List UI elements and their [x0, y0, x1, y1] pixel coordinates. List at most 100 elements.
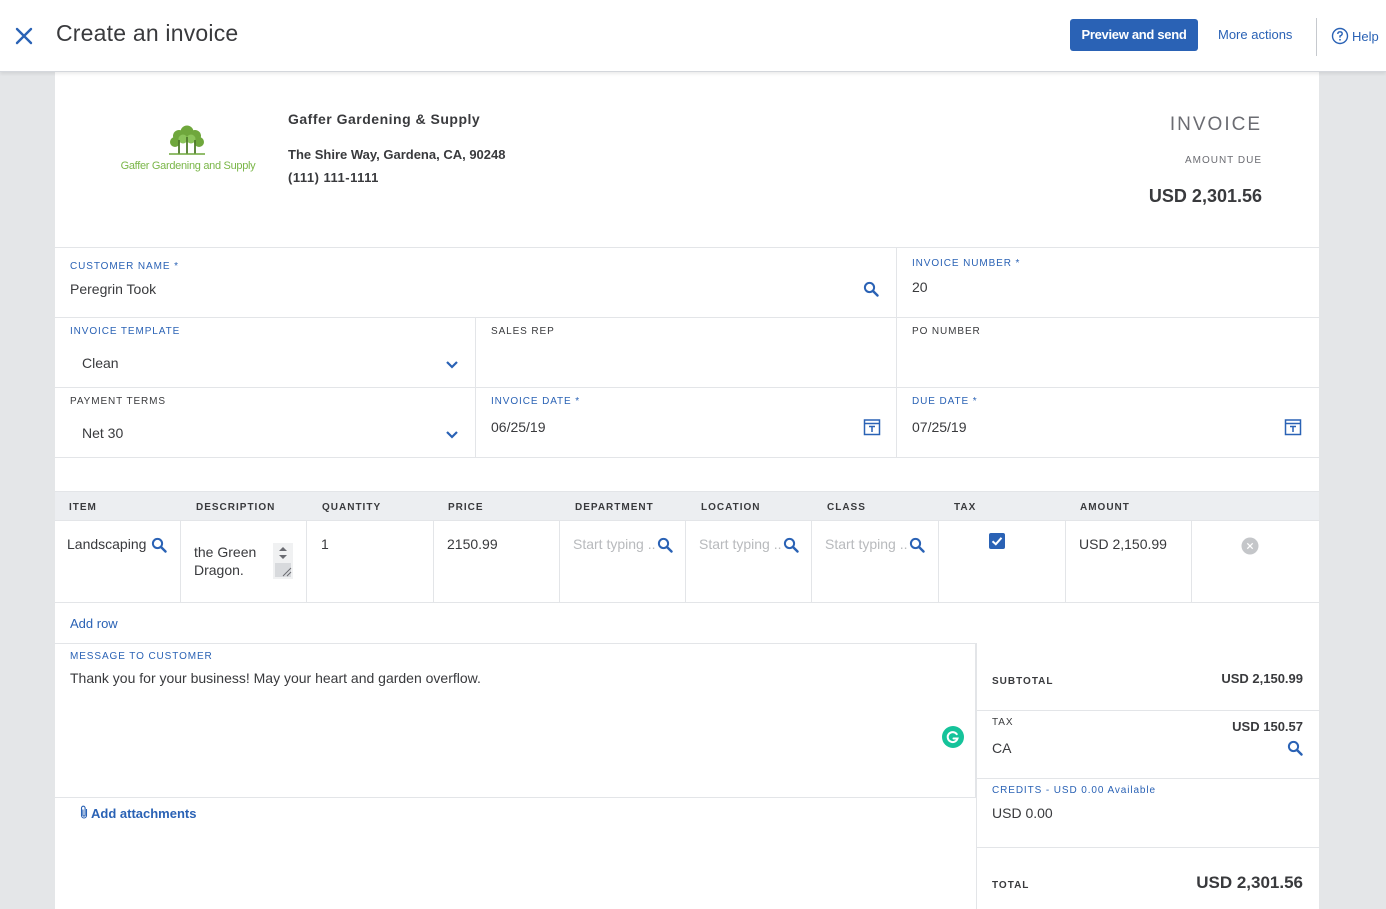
invoice-template-label: INVOICE TEMPLATE	[70, 326, 181, 337]
invoice-sheet: Gaffer Gardening and Supply Gaffer Garde…	[55, 72, 1320, 909]
company-logo[interactable]: Gaffer Gardening and Supply	[113, 124, 263, 184]
chevron-down-icon[interactable]	[445, 427, 459, 439]
class-search-icon[interactable]	[909, 537, 925, 553]
logo-text: Gaffer Gardening and Supply	[120, 160, 256, 172]
class-placeholder[interactable]: Start typing ...	[825, 536, 907, 552]
add-attachments-label: Add attachments	[91, 806, 197, 821]
credits-value[interactable]: USD 0.00	[992, 805, 1053, 821]
col-header-location: LOCATION	[701, 502, 761, 513]
tax-rate-value[interactable]: CA	[992, 740, 1011, 756]
col-header-quantity: QUANTITY	[322, 502, 382, 513]
location-search-icon[interactable]	[783, 537, 799, 553]
payment-terms-field[interactable]: PAYMENT TERMS Net 30	[55, 388, 476, 458]
amount-due-label: AMOUNT DUE	[1184, 155, 1262, 166]
invoice-date-field[interactable]: INVOICE DATE * 06/25/19	[476, 388, 897, 458]
col-header-amount: AMOUNT	[1080, 502, 1130, 513]
total-value: USD 2,301.56	[1196, 873, 1303, 892]
description-line-1[interactable]: the Green	[194, 544, 256, 560]
tax-label: TAX	[992, 717, 1014, 728]
customer-search-icon[interactable]	[863, 281, 879, 297]
department-placeholder[interactable]: Start typing ...	[573, 536, 655, 552]
tax-amount-value: USD 150.57	[1232, 719, 1303, 734]
item-search-icon[interactable]	[151, 537, 167, 553]
item-cell[interactable]: Landscaping	[55, 521, 181, 603]
col-header-item: ITEM	[69, 502, 97, 513]
payment-terms-label: PAYMENT TERMS	[70, 396, 166, 407]
po-number-field[interactable]: PO NUMBER	[897, 318, 1319, 388]
invoice-date-value[interactable]: 06/25/19	[491, 419, 546, 435]
message-text[interactable]: Thank you for your business! May your he…	[70, 670, 481, 686]
tax-checkbox[interactable]	[989, 533, 1005, 554]
table-row: Landscaping the Green Dragon. 1 2150.99	[55, 521, 1319, 603]
company-name: Gaffer Gardening & Supply	[288, 111, 481, 127]
amount-due-value: USD 2,301.56	[1148, 186, 1262, 206]
subtotal-label: SUBTOTAL	[992, 676, 1054, 687]
due-date-label: DUE DATE *	[912, 396, 978, 407]
help-link[interactable]: Help	[1331, 27, 1379, 45]
item-value[interactable]: Landscaping	[67, 536, 146, 552]
department-search-icon[interactable]	[657, 537, 673, 553]
description-cell[interactable]: the Green Dragon.	[181, 521, 307, 603]
amount-value[interactable]: USD 2,150.99	[1079, 536, 1167, 552]
credits-row: CREDITS - USD 0.00 Available USD 0.00	[977, 779, 1320, 848]
due-date-field[interactable]: DUE DATE * 07/25/19	[897, 388, 1319, 458]
help-icon	[1331, 27, 1349, 45]
paperclip-icon	[79, 805, 89, 822]
po-number-label: PO NUMBER	[912, 326, 981, 337]
quantity-cell[interactable]: 1	[307, 521, 434, 603]
sales-rep-label: SALES REP	[491, 326, 555, 337]
company-address: The Shire Way, Gardena, CA, 90248	[288, 147, 506, 162]
tax-row: TAX USD 150.57 CA	[977, 711, 1320, 779]
calendar-icon[interactable]	[863, 418, 881, 436]
invoice-heading: INVOICE	[1169, 114, 1262, 135]
price-value[interactable]: 2150.99	[447, 536, 498, 552]
due-date-value[interactable]: 07/25/19	[912, 419, 967, 435]
invoice-template-field[interactable]: INVOICE TEMPLATE Clean	[55, 318, 476, 388]
description-line-2[interactable]: Dragon.	[194, 562, 244, 578]
preview-and-send-button[interactable]: Preview and send	[1070, 19, 1198, 51]
chevron-down-icon[interactable]	[445, 357, 459, 369]
amount-cell[interactable]: USD 2,150.99	[1066, 521, 1192, 603]
add-row-button[interactable]: Add row	[70, 616, 118, 631]
invoice-number-field[interactable]: INVOICE NUMBER * 20	[897, 247, 1319, 318]
col-header-description: DESCRIPTION	[196, 502, 276, 513]
add-attachments-link[interactable]: Add attachments	[79, 805, 196, 822]
page-title: Create an invoice	[56, 20, 239, 46]
line-items-header: ITEM DESCRIPTION QUANTITY PRICE DEPARTME…	[55, 491, 1319, 521]
tax-rate-search-icon[interactable]	[1287, 740, 1303, 756]
scroll-arrows-icon[interactable]	[273, 543, 293, 584]
sales-rep-field[interactable]: SALES REP	[476, 318, 897, 388]
col-header-tax: TAX	[954, 502, 977, 513]
customer-name-field[interactable]: CUSTOMER NAME * Peregrin Took	[55, 247, 897, 318]
payment-terms-value[interactable]: Net 30	[82, 425, 123, 441]
delete-cell	[1192, 521, 1319, 603]
location-cell[interactable]: Start typing ...	[686, 521, 812, 603]
close-icon[interactable]	[12, 24, 36, 48]
invoice-number-label: INVOICE NUMBER *	[912, 258, 1021, 269]
calendar-icon[interactable]	[1284, 418, 1302, 436]
customer-name-label: CUSTOMER NAME *	[70, 261, 179, 272]
message-label: MESSAGE TO CUSTOMER	[70, 651, 213, 662]
invoice-template-value[interactable]: Clean	[82, 355, 119, 371]
credits-label: CREDITS - USD 0.00 Available	[992, 785, 1156, 796]
class-cell[interactable]: Start typing ...	[812, 521, 939, 603]
tax-cell	[939, 521, 1066, 603]
top-bar: Create an invoice Preview and send More …	[0, 0, 1386, 72]
help-label: Help	[1352, 28, 1379, 44]
invoice-date-label: INVOICE DATE *	[491, 396, 581, 407]
more-actions-link[interactable]: More actions	[1218, 27, 1292, 42]
price-cell[interactable]: 2150.99	[434, 521, 560, 603]
company-phone: (111) 111-1111	[288, 170, 379, 185]
subtotal-row: SUBTOTAL USD 2,150.99	[977, 643, 1320, 711]
grammarly-icon[interactable]	[942, 726, 964, 748]
subtotal-value: USD 2,150.99	[1221, 671, 1303, 686]
message-to-customer-field[interactable]: MESSAGE TO CUSTOMER Thank you for your b…	[55, 643, 976, 798]
invoice-number-value[interactable]: 20	[912, 279, 928, 295]
department-cell[interactable]: Start typing ...	[560, 521, 686, 603]
customer-name-value[interactable]: Peregrin Took	[70, 281, 156, 297]
col-header-price: PRICE	[448, 502, 484, 513]
quantity-value[interactable]: 1	[321, 536, 329, 552]
location-placeholder[interactable]: Start typing ...	[699, 536, 781, 552]
total-row: TOTAL USD 2,301.56	[977, 848, 1320, 909]
delete-row-icon[interactable]	[1241, 537, 1259, 560]
